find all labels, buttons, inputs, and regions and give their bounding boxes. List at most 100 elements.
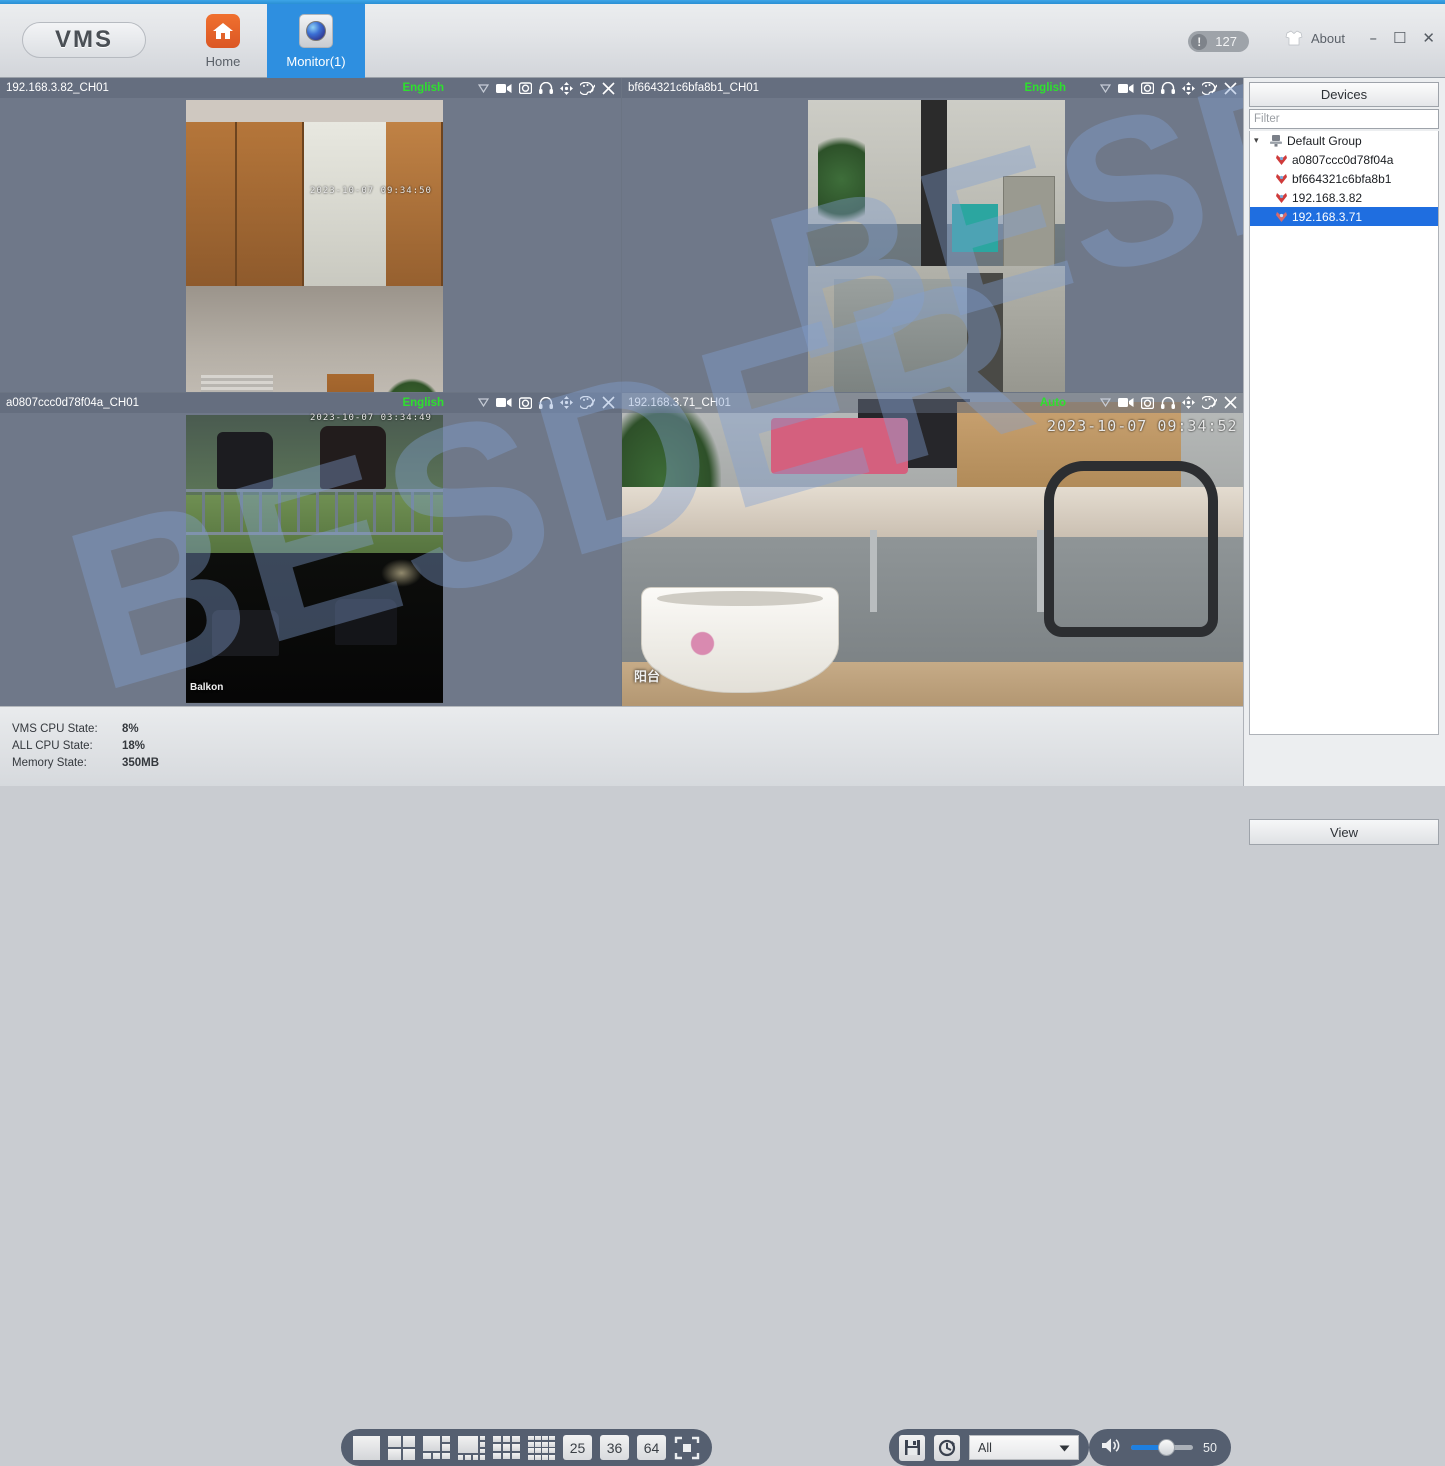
color-palette-icon[interactable] <box>1202 396 1217 409</box>
record-video-icon[interactable] <box>496 397 512 408</box>
vms-cpu-label: VMS CPU State: <box>12 721 122 738</box>
layout-8-button[interactable] <box>458 1436 485 1460</box>
device-filter-input[interactable] <box>1249 109 1439 129</box>
devices-panel: Devices ▾ Default Group a0807ccc0d78f04a <box>1243 78 1445 786</box>
device-item-label: a0807ccc0d78f04a <box>1292 153 1393 167</box>
video-pane-2[interactable]: bf664321c6bfa8b1_CH01 English <box>622 78 1243 392</box>
monitor-lens-icon <box>299 14 333 48</box>
layout-1-button[interactable] <box>353 1436 380 1460</box>
dropdown-icon[interactable] <box>478 398 489 407</box>
video-feed-4: 2023-10-07 09:34:52 阳台 <box>622 393 1243 707</box>
close-pane-icon[interactable] <box>1224 396 1237 409</box>
audio-headphones-icon[interactable] <box>539 397 553 409</box>
layout-36-button[interactable]: 36 <box>600 1435 629 1460</box>
dropdown-icon[interactable] <box>1100 398 1111 407</box>
system-state: VMS CPU State: 8% ALL CPU State: 18% Mem… <box>12 721 159 772</box>
video-pane-4[interactable]: 2023-10-07 09:34:52 阳台 192.168.3.71_CH01… <box>622 393 1243 707</box>
video-camera-label-4: 阳台 <box>634 666 660 685</box>
close-button[interactable]: ✕ <box>1422 31 1435 46</box>
ptz-move-icon[interactable] <box>1182 396 1195 409</box>
camera-icon <box>1275 211 1288 223</box>
device-item-label: bf664321c6bfa8b1 <box>1292 172 1391 186</box>
device-group-default[interactable]: ▾ Default Group <box>1250 131 1438 150</box>
ptz-move-icon[interactable] <box>560 396 573 409</box>
alert-badge[interactable]: ! 127 <box>1188 31 1249 52</box>
video-pane-3[interactable]: 2023-10-07 03:34:49 Balkon a0807ccc0d78f… <box>0 393 621 707</box>
layout-16-button[interactable] <box>528 1436 555 1460</box>
volume-slider[interactable] <box>1131 1445 1193 1450</box>
title-bar: VMS Home Monitor(1) ! 127 About – ☐ ✕ <box>0 0 1445 78</box>
camera-icon <box>1275 154 1288 166</box>
all-cpu-label: ALL CPU State: <box>12 738 122 755</box>
device-item-a0807ccc0d78f04a[interactable]: a0807ccc0d78f04a <box>1250 150 1438 169</box>
pane-toolbar-2: bf664321c6bfa8b1_CH01 English <box>622 78 1243 98</box>
pane-stream-label-1: English <box>402 82 444 94</box>
audio-headphones-icon[interactable] <box>1161 397 1175 409</box>
video-pane-1[interactable]: 2023-10-07 09:34:50 192.168.3.82_CH01 En… <box>0 78 621 392</box>
auto-cycle-icon[interactable] <box>934 1435 960 1461</box>
color-palette-icon[interactable] <box>580 396 595 409</box>
stream-select[interactable]: All <box>969 1435 1079 1460</box>
dropdown-icon[interactable] <box>478 84 489 93</box>
group-icon <box>1269 134 1283 147</box>
window-controls: – ☐ ✕ <box>1369 31 1435 46</box>
record-video-icon[interactable] <box>496 83 512 94</box>
nav-monitor-button[interactable]: Monitor(1) <box>267 4 365 78</box>
volume-control: 50 <box>1089 1429 1231 1466</box>
view-button[interactable]: View <box>1249 819 1439 845</box>
layout-4-button[interactable] <box>388 1436 415 1460</box>
record-video-icon[interactable] <box>1118 397 1134 408</box>
layout-25-button[interactable]: 25 <box>563 1435 592 1460</box>
video-timestamp-4: 2023-10-07 09:34:52 <box>1047 417 1238 435</box>
chevron-down-icon <box>1059 1441 1070 1455</box>
audio-headphones-icon[interactable] <box>539 82 553 94</box>
status-row: VMS CPU State: 8% <box>12 721 159 738</box>
minimize-button[interactable]: – <box>1369 31 1377 46</box>
speaker-icon[interactable] <box>1101 1437 1121 1459</box>
about-button[interactable]: About <box>1285 30 1345 46</box>
audio-headphones-icon[interactable] <box>1161 82 1175 94</box>
fullscreen-icon[interactable] <box>674 1436 700 1460</box>
device-item-label: 192.168.3.82 <box>1292 191 1362 205</box>
device-tree: ▾ Default Group a0807ccc0d78f04a bf66432… <box>1249 131 1439 735</box>
pane-title-3: a0807ccc0d78f04a_CH01 <box>0 397 139 409</box>
dropdown-icon[interactable] <box>1100 84 1111 93</box>
volume-slider-knob[interactable] <box>1158 1439 1175 1456</box>
close-pane-icon[interactable] <box>602 396 615 409</box>
chevron-down-icon[interactable]: ▾ <box>1254 136 1265 146</box>
record-video-icon[interactable] <box>1118 83 1134 94</box>
snapshot-icon[interactable] <box>1141 82 1154 94</box>
ptz-move-icon[interactable] <box>560 82 573 95</box>
layout-6-button[interactable] <box>423 1436 450 1460</box>
video-feed-3: 2023-10-07 03:34:49 Balkon <box>0 393 621 707</box>
ptz-move-icon[interactable] <box>1182 82 1195 95</box>
snapshot-icon[interactable] <box>1141 397 1154 409</box>
stream-select-value: All <box>978 1441 992 1455</box>
device-item-bf664321c6bfa8b1[interactable]: bf664321c6bfa8b1 <box>1250 169 1438 188</box>
pane-stream-label-3: English <box>402 397 444 409</box>
color-palette-icon[interactable] <box>580 82 595 95</box>
snapshot-icon[interactable] <box>519 397 532 409</box>
device-item-192-168-3-82[interactable]: 192.168.3.82 <box>1250 188 1438 207</box>
close-pane-icon[interactable] <box>602 82 615 95</box>
nav-home-label: Home <box>206 54 241 69</box>
close-pane-icon[interactable] <box>1224 82 1237 95</box>
pane-stream-label-2: English <box>1024 82 1066 94</box>
device-item-192-168-3-71[interactable]: 192.168.3.71 <box>1250 207 1438 226</box>
nav-home-button[interactable]: Home <box>174 4 272 78</box>
layout-toolbar: 25 36 64 <box>341 1429 712 1466</box>
layout-64-button[interactable]: 64 <box>637 1435 666 1460</box>
video-timestamp-3: 2023-10-07 03:34:49 <box>310 413 432 423</box>
pane-toolbar-1: 192.168.3.82_CH01 English <box>0 78 621 98</box>
save-disk-icon[interactable] <box>899 1435 925 1461</box>
color-palette-icon[interactable] <box>1202 82 1217 95</box>
video-feed-1: 2023-10-07 09:34:50 <box>0 78 621 392</box>
volume-value: 50 <box>1203 1441 1217 1455</box>
snapshot-icon[interactable] <box>519 82 532 94</box>
status-row: Memory State: 350MB <box>12 755 159 772</box>
maximize-button[interactable]: ☐ <box>1393 31 1406 46</box>
app-logo: VMS <box>22 22 146 58</box>
pane-toolbar-3: a0807ccc0d78f04a_CH01 English <box>0 393 621 413</box>
pane-toolbar-4: 192.168.3.71_CH01 Auto <box>622 393 1243 413</box>
layout-9-button[interactable] <box>493 1436 520 1460</box>
